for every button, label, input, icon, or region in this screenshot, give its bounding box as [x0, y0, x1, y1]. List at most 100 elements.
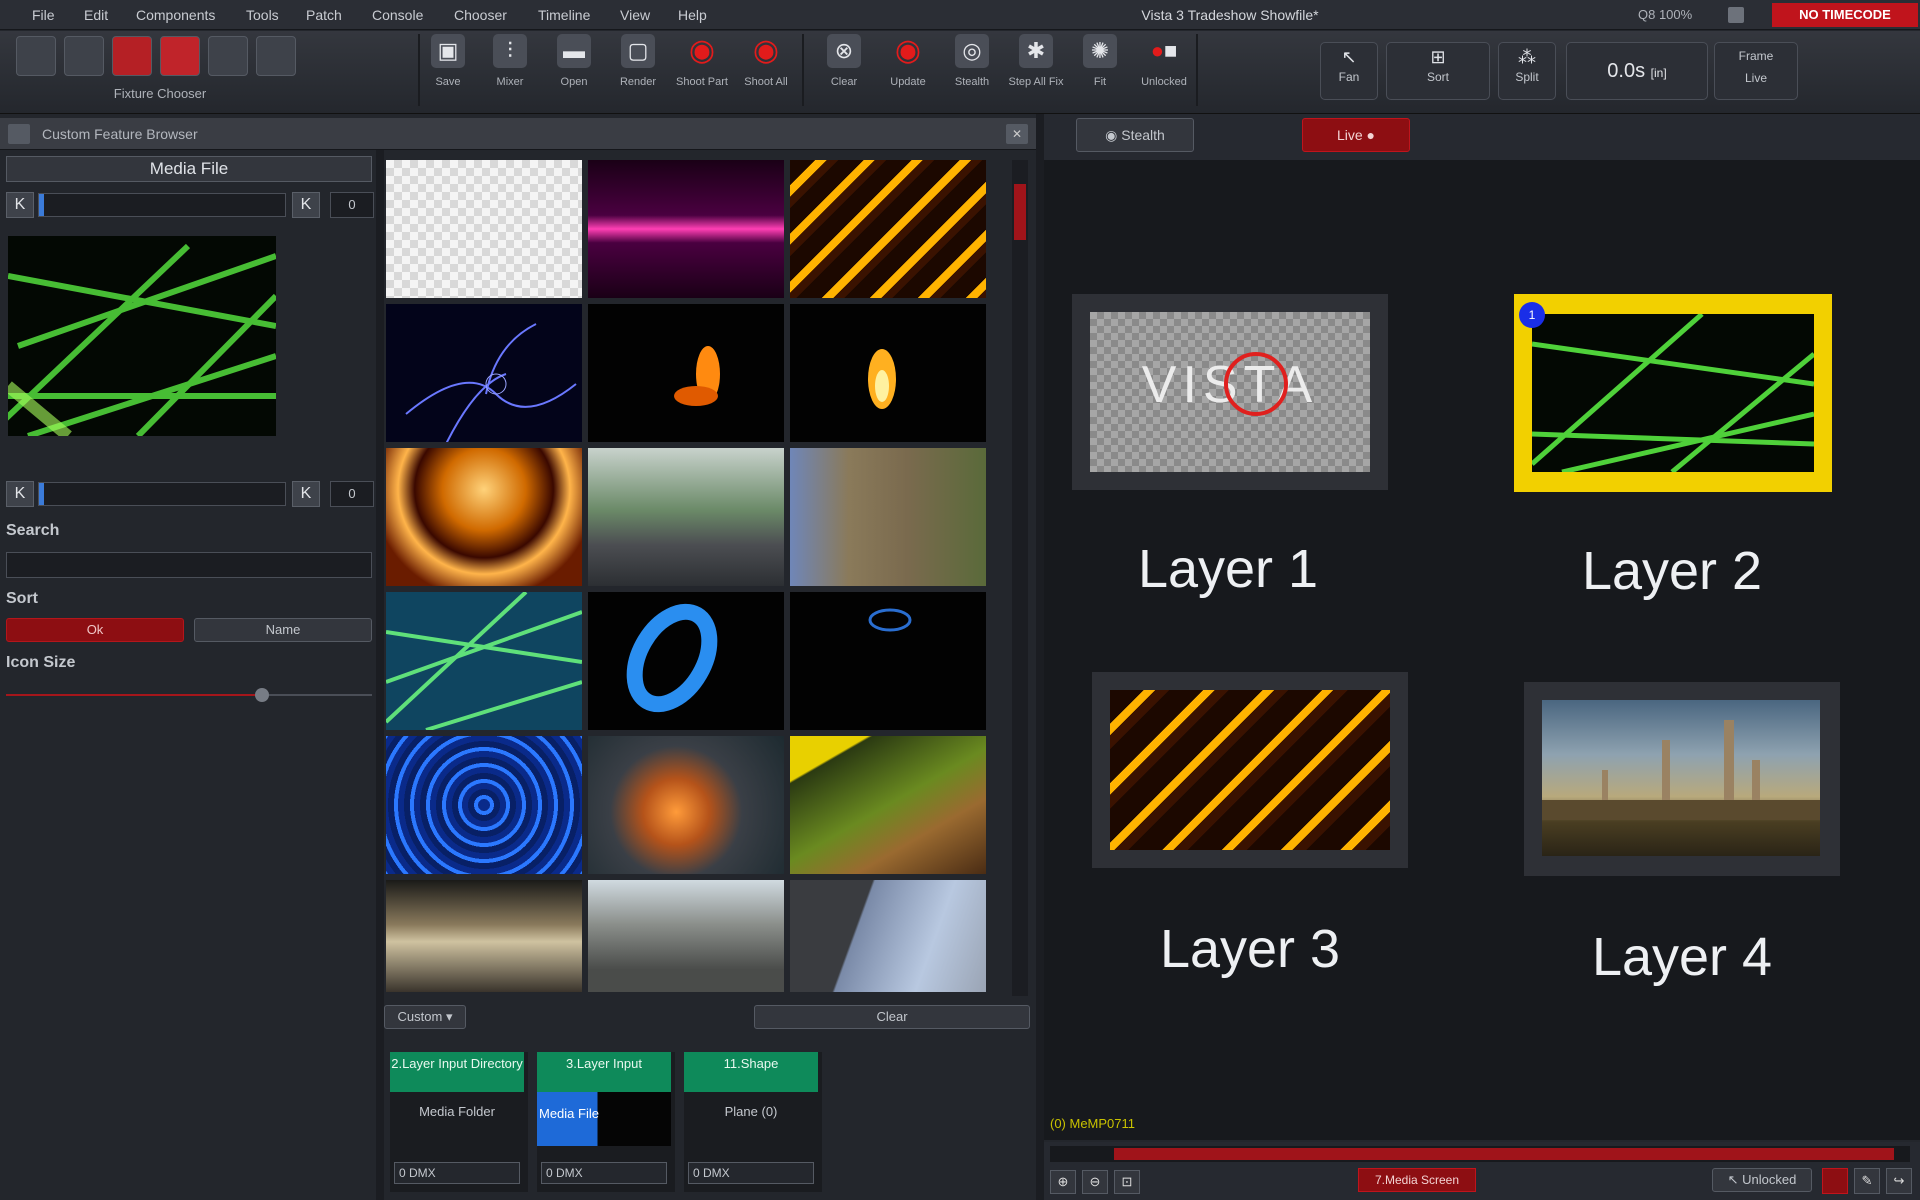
close-icon[interactable]: ✕: [1006, 124, 1028, 144]
sort-ok-button[interactable]: Ok: [6, 618, 184, 642]
media-thumb-orange-rings[interactable]: [386, 448, 582, 586]
menu-tools[interactable]: Tools: [246, 0, 279, 30]
first-icon[interactable]: K: [6, 192, 34, 218]
icon-size-slider[interactable]: [6, 694, 372, 696]
media-thumb-green-lines-blue[interactable]: [386, 592, 582, 730]
media-slider-2[interactable]: [38, 482, 286, 506]
open-button[interactable]: ▬ Open: [544, 32, 604, 108]
fixture-icon-6[interactable]: [256, 36, 296, 76]
media-thumb-small-ring[interactable]: [790, 592, 986, 730]
scrollbar-thumb[interactable]: [1014, 184, 1026, 240]
dmx-field[interactable]: 0 DMX: [541, 1162, 667, 1184]
stealth-toolbar-button[interactable]: ◎ Stealth: [942, 32, 1002, 108]
layer-1-preview[interactable]: VISTA: [1072, 294, 1388, 490]
chat-icon[interactable]: ✎: [1854, 1168, 1880, 1194]
menu-view[interactable]: View: [620, 0, 650, 30]
search-input[interactable]: [6, 552, 372, 578]
update-button[interactable]: ◉ Update: [878, 32, 938, 108]
slider-value-1[interactable]: 0: [330, 192, 374, 218]
fixture-icon-1[interactable]: [16, 36, 56, 76]
last-icon[interactable]: K: [292, 192, 320, 218]
layer-card-directory[interactable]: 2.Layer Input Directory Media Folder 0 D…: [390, 1052, 528, 1192]
icon-size-knob[interactable]: [255, 688, 270, 702]
media-thumb-building[interactable]: [790, 880, 986, 992]
media-thumb-transparent[interactable]: [386, 160, 582, 298]
monitor-icon: ▢: [621, 34, 655, 68]
timecode-icon[interactable]: [1728, 7, 1744, 23]
split-button[interactable]: ⁂ Split: [1498, 42, 1556, 100]
media-thumb-koi-fish[interactable]: [588, 736, 784, 874]
live-button[interactable]: Live ●: [1302, 118, 1410, 152]
media-thumb-blue-tunnel[interactable]: [386, 736, 582, 874]
fit-icon: ✺: [1083, 34, 1117, 68]
media-slider-1[interactable]: [38, 193, 286, 217]
media-thumb-stone-face[interactable]: [790, 448, 986, 586]
sort-toolbar-button[interactable]: ⊞ Sort: [1386, 42, 1490, 100]
step-all-fix-button[interactable]: ✱ Step All Fix: [1006, 32, 1066, 108]
record-icon[interactable]: [1822, 1168, 1848, 1194]
time-display[interactable]: 0.0s [in]: [1566, 42, 1708, 100]
layer-4-preview[interactable]: [1524, 682, 1840, 876]
clear-icon: ⊗: [827, 34, 861, 68]
menu-patch[interactable]: Patch: [306, 0, 342, 30]
unlocked-toolbar-button[interactable]: ●■ Unlocked: [1134, 32, 1194, 108]
zoom-fit-icon[interactable]: ⊡: [1114, 1170, 1140, 1194]
menu-help[interactable]: Help: [678, 0, 707, 30]
app-title: Vista 3 Tradeshow Showfile*: [1141, 7, 1319, 23]
menu-components[interactable]: Components: [136, 0, 215, 30]
stealth-button[interactable]: ◉ Stealth: [1076, 118, 1194, 152]
fixture-icon-2[interactable]: [64, 36, 104, 76]
menu-timeline[interactable]: Timeline: [538, 0, 590, 30]
clear-grid-button[interactable]: Clear: [754, 1005, 1030, 1029]
slider-value-2[interactable]: 0: [330, 481, 374, 507]
media-thumb-yellow-stripes[interactable]: [790, 160, 986, 298]
last-icon[interactable]: K: [292, 481, 320, 507]
media-thumb-blue-ring[interactable]: [588, 592, 784, 730]
layer-card-input[interactable]: 3.Layer Input Media File 0 DMX: [537, 1052, 675, 1192]
timeline-scroll-thumb[interactable]: [1114, 1148, 1894, 1160]
menu-icon[interactable]: [8, 124, 30, 144]
save-button[interactable]: ▣ Save: [418, 32, 478, 108]
mixer-button[interactable]: ⫶ Mixer: [480, 32, 540, 108]
media-thumb-street[interactable]: [588, 880, 784, 992]
exit-icon[interactable]: ↪: [1886, 1168, 1912, 1194]
media-screen-button[interactable]: 7.Media Screen: [1358, 1168, 1476, 1192]
timeline-scrollbar[interactable]: [1050, 1146, 1910, 1162]
frame-live-selector[interactable]: Frame Live: [1714, 42, 1798, 100]
unlocked-button[interactable]: ↖ Unlocked: [1712, 1168, 1812, 1192]
layer-3-preview[interactable]: [1092, 672, 1408, 868]
menu-chooser[interactable]: Chooser: [454, 0, 507, 30]
fixture-icon-3[interactable]: [112, 36, 152, 76]
dmx-field[interactable]: 0 DMX: [394, 1162, 520, 1184]
fixture-icon-4[interactable]: [160, 36, 200, 76]
shoot-part-button[interactable]: ◉ Shoot Part: [672, 32, 732, 108]
grid-scrollbar[interactable]: [1012, 160, 1028, 996]
sort-name-button[interactable]: Name: [194, 618, 372, 642]
custom-button[interactable]: Custom ▾: [384, 1005, 466, 1029]
shoot-all-button[interactable]: ◉ Shoot All: [736, 32, 796, 108]
media-thumb-leaf[interactable]: [790, 736, 986, 874]
skyline-image: [1542, 720, 1820, 820]
step-icon: ✱: [1019, 34, 1053, 68]
fit-button[interactable]: ✺ Fit: [1070, 32, 1130, 108]
media-thumb-flame[interactable]: [790, 304, 986, 442]
media-thumb-park-statue[interactable]: [588, 448, 784, 586]
fan-button[interactable]: ↖ Fan: [1320, 42, 1378, 100]
dmx-field[interactable]: 0 DMX: [688, 1162, 814, 1184]
menu-edit[interactable]: Edit: [84, 0, 108, 30]
zoom-out-icon[interactable]: ⊖: [1082, 1170, 1108, 1194]
zoom-in-icon[interactable]: ⊕: [1050, 1170, 1076, 1194]
fixture-icon-5[interactable]: [208, 36, 248, 76]
first-icon[interactable]: K: [6, 481, 34, 507]
media-thumb-pink-line[interactable]: [588, 160, 784, 298]
layer-2-preview[interactable]: 1: [1514, 294, 1832, 492]
menu-console[interactable]: Console: [372, 0, 423, 30]
render-button[interactable]: ▢ Render: [608, 32, 668, 108]
layer-card-shape[interactable]: 11.Shape Plane (0) 0 DMX: [684, 1052, 822, 1192]
clear-button[interactable]: ⊗ Clear: [814, 32, 874, 108]
timecode-status[interactable]: NO TIMECODE: [1772, 3, 1918, 27]
media-thumb-interior[interactable]: [386, 880, 582, 992]
media-thumb-blue-branches[interactable]: [386, 304, 582, 442]
media-thumb-fire-small[interactable]: [588, 304, 784, 442]
menu-file[interactable]: File: [32, 0, 55, 30]
